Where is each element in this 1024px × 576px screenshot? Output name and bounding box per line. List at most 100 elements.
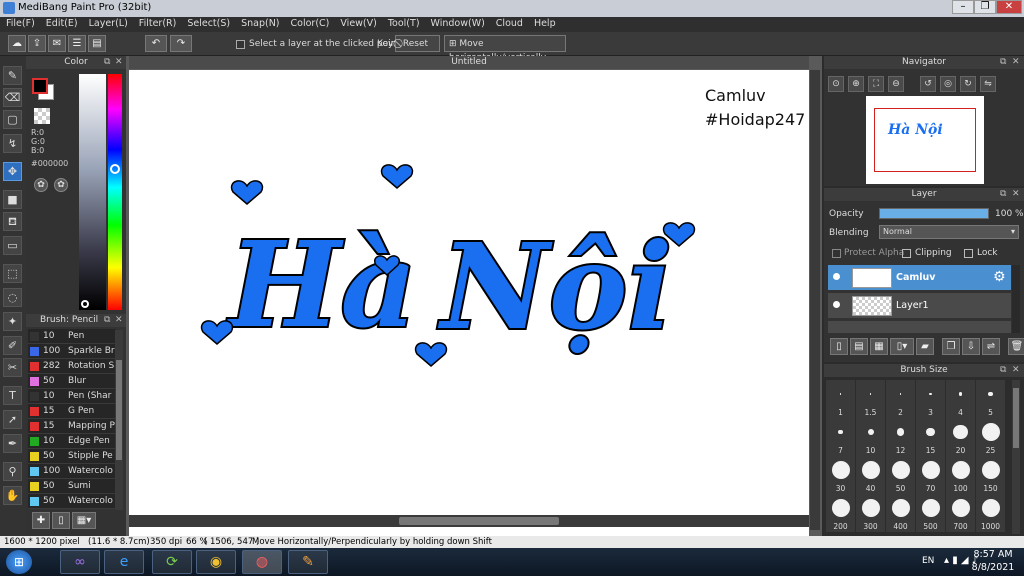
brush-size-option[interactable]: 5	[976, 380, 1005, 418]
brush-new-icon[interactable]: ▯	[52, 512, 70, 529]
layer-list-scrollbar[interactable]	[1012, 265, 1020, 333]
foreground-color-swatch[interactable]	[32, 78, 48, 94]
transparent-color-swatch[interactable]	[34, 108, 50, 124]
brush-item[interactable]: 50 Watercolo	[28, 494, 116, 509]
panel-close-icon[interactable]: ✕	[115, 315, 123, 325]
hand-tool-icon[interactable]: ✋	[3, 486, 22, 505]
brush-item[interactable]: 50 Sumi	[28, 479, 116, 494]
brush-item[interactable]: 282 Rotation S	[28, 359, 116, 374]
brush-size-option[interactable]: 7	[826, 418, 855, 456]
brightness-slider-handle[interactable]	[81, 300, 89, 308]
menu-window[interactable]: Window(W)	[425, 17, 490, 29]
internet-explorer-icon[interactable]: e	[104, 550, 144, 574]
fit-screen-icon[interactable]: ⛶	[868, 76, 884, 92]
brush-size-scrollbar[interactable]	[1012, 380, 1020, 534]
brush-item[interactable]: 50 Blur	[28, 374, 116, 389]
text-tool-icon[interactable]: T	[3, 386, 22, 405]
canvas-horizontal-scrollbar[interactable]	[129, 515, 809, 527]
shape-tool-icon[interactable]: ▢	[3, 110, 22, 129]
brush-size-option[interactable]: 100	[946, 456, 975, 494]
gear-icon[interactable]: ⚙	[993, 269, 1006, 285]
brush-size-option[interactable]: 1.5	[856, 380, 885, 418]
panel-close-icon[interactable]: ✕	[1012, 57, 1020, 67]
operation-tool-icon[interactable]: ➚	[3, 410, 22, 429]
brush-size-option[interactable]: 4	[946, 380, 975, 418]
brush-size-scroll-thumb[interactable]	[1013, 388, 1019, 448]
duplicate-layer-icon[interactable]: ❐	[942, 338, 960, 355]
brush-size-option[interactable]: 400	[886, 494, 915, 532]
zoom-out-icon[interactable]: ⊖	[888, 76, 904, 92]
app-green-icon[interactable]: ⟳	[152, 550, 192, 574]
start-button[interactable]: ⊞	[6, 550, 32, 574]
brush-size-option[interactable]: 25	[976, 418, 1005, 456]
menu-edit[interactable]: Edit(E)	[40, 17, 83, 29]
brush-size-option[interactable]: 1	[826, 380, 855, 418]
brush-size-option[interactable]: 3	[916, 380, 945, 418]
blending-select[interactable]: Normal ▾	[879, 225, 1019, 239]
brush-size-option[interactable]: 200	[826, 494, 855, 532]
canvas-horizontal-scroll-thumb[interactable]	[399, 517, 559, 525]
eye-icon[interactable]	[833, 273, 840, 280]
brush-size-option[interactable]: 15	[916, 418, 945, 456]
minimize-button[interactable]: –	[952, 0, 974, 14]
menu-file[interactable]: File(F)	[0, 17, 40, 29]
redo-icon[interactable]: ↷	[170, 35, 192, 52]
bucket-tool-icon[interactable]: ⛾	[3, 212, 22, 231]
cloud-icon[interactable]: ☁	[8, 35, 26, 52]
brush-size-option[interactable]: 70	[916, 456, 945, 494]
fill-rect-tool-icon[interactable]: ■	[3, 190, 22, 209]
brush-size-option[interactable]: 1000	[976, 494, 1005, 532]
zoom-fit-icon[interactable]: ⊙	[828, 76, 844, 92]
menu-snap[interactable]: Snap(N)	[235, 17, 284, 29]
palette-icon[interactable]: ✿	[34, 178, 48, 192]
navigator-viewport[interactable]	[874, 108, 976, 172]
reset-button[interactable]: ⃠ Reset	[395, 35, 440, 52]
menu-help[interactable]: Help	[528, 17, 561, 29]
protect-alpha-checkbox[interactable]	[832, 249, 841, 258]
menu-color[interactable]: Color(C)	[285, 17, 335, 29]
reset-rotation-icon[interactable]: ◎	[940, 76, 956, 92]
navigator-preview[interactable]: Hà Nội	[866, 96, 984, 184]
language-indicator[interactable]: EN	[922, 556, 934, 566]
menu-tool[interactable]: Tool(T)	[382, 17, 425, 29]
brightness-slider[interactable]	[79, 74, 106, 310]
move-tool-icon[interactable]: ✥	[3, 162, 22, 181]
upload-icon[interactable]: ⇪	[28, 35, 46, 52]
close-button[interactable]: ✕	[996, 0, 1022, 14]
rect-select-tool-icon[interactable]: ⬚	[3, 264, 22, 283]
brush-item[interactable]: 15 G Pen	[28, 404, 116, 419]
move-hv-button[interactable]: ⊞ Move horizontally/vertically	[444, 35, 566, 63]
canvas-tab[interactable]: Untitled	[129, 56, 809, 69]
panel-popout-icon[interactable]: ⧉	[104, 57, 110, 67]
rotate-left-icon[interactable]: ↺	[920, 76, 936, 92]
brush-item[interactable]: 10 Pen (Shar	[28, 389, 116, 404]
brush-item[interactable]: 50 Stipple Pe	[28, 449, 116, 464]
paint-icon[interactable]: ✎	[288, 550, 328, 574]
brush-add-icon[interactable]: ✚	[32, 512, 50, 529]
brush-size-option[interactable]: 150	[976, 456, 1005, 494]
brush-size-option[interactable]: 12	[886, 418, 915, 456]
brush-menu-icon[interactable]: ▦▾	[72, 512, 96, 529]
brush-item[interactable]: 15 Mapping P	[28, 419, 116, 434]
new-layer-icon[interactable]: ▯	[830, 338, 848, 355]
brush-size-option[interactable]: 10	[856, 418, 885, 456]
document-icon[interactable]: ▤	[88, 35, 106, 52]
brush-list-scroll-thumb[interactable]	[116, 360, 122, 460]
layer-row-camluv[interactable]: Camluv ⚙	[828, 265, 1011, 291]
undo-icon[interactable]: ↶	[145, 35, 167, 52]
brush-item[interactable]: 10 Edge Pen	[28, 434, 116, 449]
panel-popout-icon[interactable]: ⧉	[1000, 57, 1006, 67]
new-8bit-layer-icon[interactable]: ▦	[870, 338, 888, 355]
clock-date[interactable]: 8/8/2021	[968, 562, 1018, 573]
new-halftone-layer-icon[interactable]: ▤	[850, 338, 868, 355]
brush-item[interactable]: 100 Sparkle Br	[28, 344, 116, 359]
maximize-button[interactable]: ❐	[974, 0, 996, 14]
lock-checkbox[interactable]	[964, 249, 973, 258]
opacity-slider[interactable]	[879, 208, 989, 219]
layer-row-partial[interactable]	[828, 321, 1011, 333]
clipping-checkbox[interactable]	[902, 249, 911, 258]
folder-icon[interactable]: ▰	[916, 338, 934, 355]
menu-select[interactable]: Select(S)	[181, 17, 235, 29]
visual-studio-icon[interactable]: ∞	[60, 550, 100, 574]
panel-popout-icon[interactable]: ⧉	[1000, 365, 1006, 375]
